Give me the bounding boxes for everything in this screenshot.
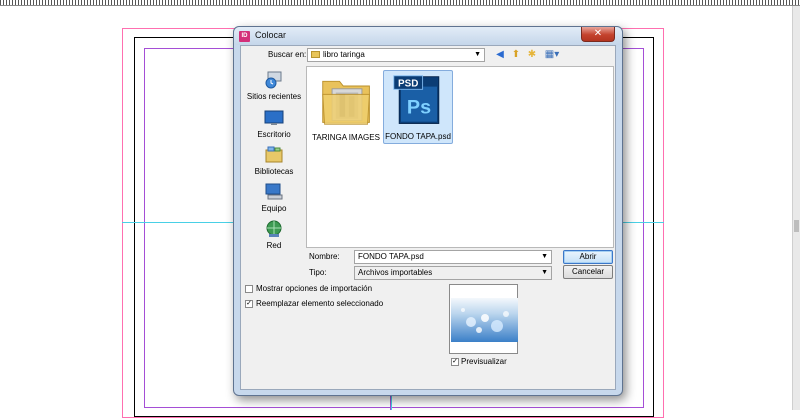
libraries-icon <box>265 146 283 163</box>
place-computer[interactable]: Equipo <box>244 182 304 213</box>
place-label: Sitios recientes <box>246 92 302 101</box>
indesign-app-icon: ID <box>239 31 250 42</box>
network-icon <box>266 220 282 237</box>
filetype-value: Archivos importables <box>358 268 433 277</box>
filename-value: FONDO TAPA.psd <box>358 252 424 261</box>
place-desktop[interactable]: Escritorio <box>244 108 304 139</box>
new-folder-icon[interactable]: ✱ <box>526 49 538 61</box>
place-label: Bibliotecas <box>254 167 294 176</box>
place-recent[interactable]: Sitios recientes <box>244 70 304 101</box>
preview-thumbnail <box>451 298 518 342</box>
recent-places-icon <box>265 71 282 89</box>
psd-badge: PSD <box>398 79 418 90</box>
vertical-ruler-guide[interactable] <box>391 395 392 410</box>
place-network[interactable]: Red <box>244 219 304 250</box>
place-label: Escritorio <box>257 130 291 139</box>
place-label: Equipo <box>261 204 287 213</box>
replace-selected-label: Reemplazar elemento seleccionado <box>256 299 384 308</box>
scrollbar-thumb[interactable] <box>794 220 799 232</box>
folder-icon <box>322 80 370 125</box>
file-name: TARINGA IMAGES <box>312 133 380 142</box>
preview-label: Previsualizar <box>461 357 507 366</box>
show-import-options-label: Mostrar opciones de importación <box>256 284 373 293</box>
desktop-icon <box>264 110 284 125</box>
dialog-titlebar[interactable]: ID Colocar ✕ <box>234 27 622 45</box>
file-name: FONDO TAPA.psd <box>385 132 451 141</box>
filetype-dropdown[interactable]: Archivos importables ▼ <box>354 266 552 280</box>
computer-icon <box>265 183 283 200</box>
ps-logo: Ps <box>407 97 431 119</box>
chevron-down-icon: ▼ <box>541 253 548 260</box>
place-libraries[interactable]: Bibliotecas <box>244 145 304 176</box>
file-list[interactable]: TARINGA IMAGES PSD Ps FONDO TAPA.psd <box>306 66 614 248</box>
place-label: Red <box>266 241 282 250</box>
dialog-title: Colocar <box>255 30 287 40</box>
vertical-scrollbar[interactable] <box>792 6 800 410</box>
look-in-dropdown[interactable]: libro taringa ▼ <box>307 48 485 62</box>
look-in-value: libro taringa <box>323 50 365 59</box>
top-ruler <box>0 0 800 6</box>
filetype-label: Tipo: <box>309 268 327 277</box>
chevron-down-icon: ▼ <box>474 51 481 58</box>
up-folder-icon[interactable]: ⬆ <box>510 49 522 61</box>
close-button[interactable]: ✕ <box>581 27 615 42</box>
replace-selected-checkbox[interactable]: ✓ <box>245 300 253 308</box>
file-item-psd[interactable]: PSD Ps FONDO TAPA.psd <box>383 70 453 144</box>
show-import-options-checkbox[interactable] <box>245 285 253 293</box>
preview-checkbox[interactable]: ✓ <box>451 358 459 366</box>
photoshop-file-icon: PSD Ps <box>393 75 440 124</box>
chevron-down-icon: ▼ <box>541 269 548 276</box>
look-in-label: Buscar en: <box>268 50 307 59</box>
folder-icon <box>311 51 320 58</box>
file-item-folder[interactable]: TARINGA IMAGES <box>311 70 381 144</box>
open-button[interactable]: Abrir <box>563 250 613 264</box>
preview-box <box>449 284 518 354</box>
filename-label: Nombre: <box>309 252 340 261</box>
back-icon[interactable]: ◀ <box>494 49 506 61</box>
cancel-button[interactable]: Cancelar <box>563 265 613 279</box>
filename-input[interactable]: FONDO TAPA.psd ▼ <box>354 250 552 264</box>
view-menu-icon[interactable]: ▦▾ <box>543 49 561 61</box>
